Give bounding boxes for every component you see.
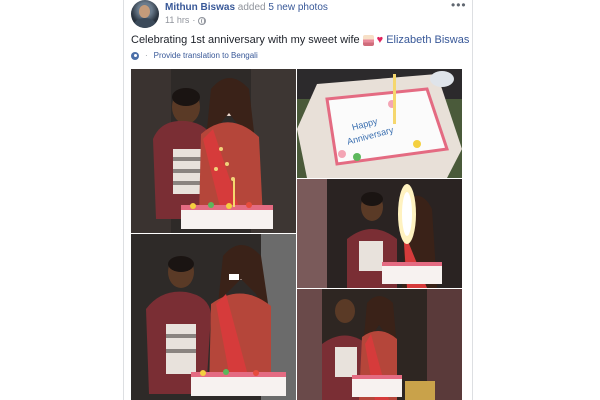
globe-icon[interactable] bbox=[198, 16, 207, 25]
avatar-shoulders bbox=[134, 18, 156, 28]
post-text: Celebrating 1st anniversary with my swee… bbox=[131, 33, 469, 47]
more-options-icon[interactable]: ••• bbox=[451, 0, 467, 11]
translate-separator: · bbox=[145, 51, 148, 60]
translation-row: · Provide translation to Bengali bbox=[131, 51, 258, 60]
photo-5-image bbox=[297, 289, 462, 400]
photo-2-image: Happy Anniversary bbox=[297, 69, 462, 178]
meta-separator: · bbox=[192, 15, 196, 25]
photo-1-image bbox=[131, 69, 296, 233]
action-text: added bbox=[237, 2, 266, 13]
post-meta: 11 hrs · bbox=[165, 15, 207, 26]
tagged-person-link[interactable]: Elizabeth Biswas bbox=[386, 33, 469, 47]
post-time[interactable]: 11 hrs bbox=[165, 15, 189, 26]
photo-4-image bbox=[131, 234, 296, 400]
translate-link[interactable]: Provide translation to Bengali bbox=[154, 51, 258, 60]
cake-icon bbox=[362, 34, 374, 46]
photo-4[interactable] bbox=[131, 234, 296, 400]
photo-3-image bbox=[297, 179, 462, 288]
post-text-main: Celebrating 1st anniversary with my swee… bbox=[131, 34, 360, 46]
author-name[interactable]: Mithun Biswas bbox=[165, 2, 235, 13]
photos-link[interactable]: 5 new photos bbox=[268, 2, 328, 13]
gear-icon[interactable] bbox=[131, 51, 139, 60]
avatar-face bbox=[139, 5, 150, 18]
post-header: Mithun Biswas added 5 new photos bbox=[165, 2, 328, 14]
photo-5[interactable] bbox=[297, 289, 462, 400]
photo-1[interactable] bbox=[131, 69, 296, 233]
photo-3[interactable] bbox=[297, 179, 462, 288]
avatar[interactable] bbox=[131, 0, 159, 28]
heart-icon: ♥ bbox=[376, 33, 384, 46]
photo-2[interactable]: Happy Anniversary bbox=[297, 69, 462, 178]
